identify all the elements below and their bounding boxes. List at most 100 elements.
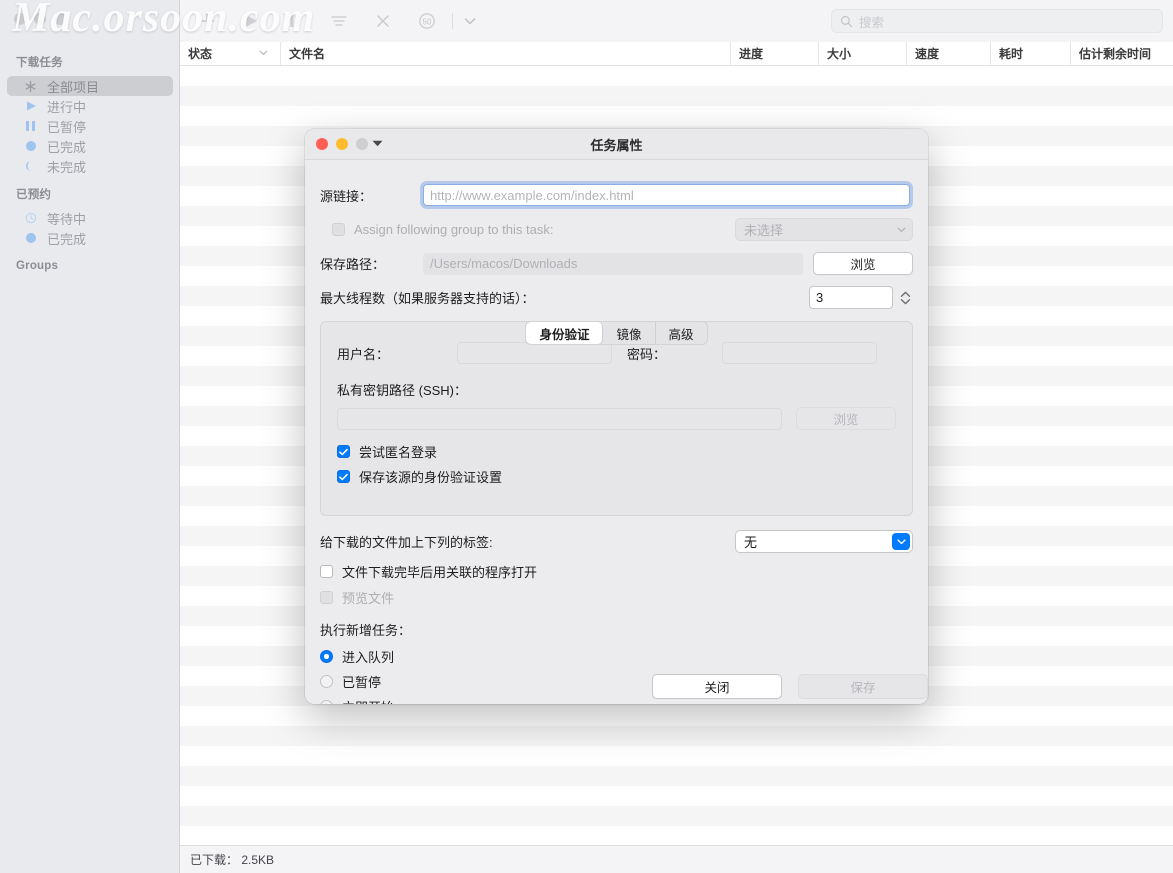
username-input[interactable] — [457, 342, 612, 364]
new-task-option-start-label: 立即开始 — [342, 697, 394, 704]
save-path-label: 保存路径： — [320, 257, 386, 272]
column-header-remaining[interactable]: 估计剩余时间 — [1070, 41, 1173, 66]
browse-label: 浏览 — [850, 258, 876, 272]
play-icon — [23, 99, 38, 114]
save-path-value: /Users/macos/Downloads — [430, 256, 578, 271]
tag-row: 给下载的文件加上下列的标签: 无 — [320, 530, 913, 553]
source-link-label: 源链接： — [320, 188, 373, 204]
new-task-option-queue-radio[interactable] — [320, 650, 333, 663]
sidebar-item-label: 全部项目 — [47, 79, 100, 95]
asterisk-icon — [23, 79, 38, 94]
task-properties-dialog: 任务属性 源链接： http://www.example.com/index.h… — [305, 129, 928, 704]
sidebar-section-title-downloads: 下载任务 — [16, 57, 63, 69]
column-label: 进度 — [739, 47, 764, 61]
column-header-progress[interactable]: 进度 — [730, 41, 818, 66]
column-header-filename[interactable]: 文件名 — [280, 41, 730, 66]
search-input[interactable]: 搜索 — [831, 9, 1163, 33]
anonymous-login-checkbox[interactable] — [337, 445, 350, 458]
minimize-button[interactable] — [34, 13, 46, 25]
sidebar-item-active[interactable]: 进行中 — [7, 96, 173, 116]
sidebar-item-label: 已完成 — [47, 139, 87, 155]
save-credentials-row[interactable]: 保存该源的身份验证设置 — [337, 467, 896, 486]
max-threads-label: 最大线程数（如果服务器支持的话）： — [320, 291, 535, 306]
new-task-option-paused-radio[interactable] — [320, 675, 333, 688]
chevron-down-icon — [892, 221, 910, 238]
sidebar: 下载任务 全部项目 进行中 已暂停 已完成 未完成 已预约 等待中 已完成 Gr… — [0, 0, 180, 873]
dialog-minimize-button[interactable] — [336, 138, 348, 150]
half-circle-icon — [23, 159, 38, 174]
tabs-region: 身份验证 镜像 高级 用户名： 密码： 私有密钥路径 (SSH)： 浏览 尝试匿… — [320, 321, 913, 516]
tab-advanced[interactable]: 高级 — [656, 322, 707, 344]
save-path-input[interactable]: /Users/macos/Downloads — [423, 252, 803, 275]
sidebar-item-completed[interactable]: 已完成 — [7, 136, 173, 156]
sidebar-item-paused[interactable]: 已暂停 — [7, 116, 173, 136]
main-window-traffic-lights[interactable] — [14, 13, 66, 25]
table-column-header: 状态 文件名 进度 大小 速度 耗时 估计剩余时间 — [180, 41, 1173, 66]
resume-icon[interactable] — [229, 7, 273, 35]
new-task-option-start-radio[interactable] — [320, 700, 333, 704]
new-task-action-label: 执行新增任务： — [320, 623, 412, 638]
app-window: 下载任务 全部项目 进行中 已暂停 已完成 未完成 已预约 等待中 已完成 Gr… — [0, 0, 1173, 873]
sidebar-item-waiting[interactable]: 等待中 — [7, 208, 173, 228]
max-threads-value[interactable]: 3 — [809, 286, 893, 309]
source-link-input[interactable]: http://www.example.com/index.html — [423, 184, 910, 206]
save-credentials-checkbox[interactable] — [337, 470, 350, 483]
close-button[interactable]: 关闭 — [652, 674, 782, 699]
stepper-arrows[interactable] — [897, 286, 913, 309]
assign-group-select: 未选择 — [735, 218, 913, 241]
tab-label: 镜像 — [616, 327, 642, 342]
toolbar: 50 搜索 — [180, 0, 1173, 42]
dialog-body: 源链接： http://www.example.com/index.html A… — [305, 184, 928, 704]
sidebar-item-label: 已完成 — [47, 231, 87, 247]
open-after-download-checkbox[interactable] — [320, 565, 333, 578]
search-icon — [840, 15, 853, 28]
column-label: 状态 — [188, 47, 213, 61]
sidebar-item-incomplete[interactable]: 未完成 — [7, 156, 173, 176]
dialog-close-button[interactable] — [316, 138, 328, 150]
save-credentials-label: 保存该源的身份验证设置 — [359, 470, 503, 485]
max-threads-stepper[interactable]: 3 — [809, 286, 913, 309]
source-link-row: 源链接： http://www.example.com/index.html — [320, 184, 913, 206]
ssh-key-input[interactable] — [337, 407, 782, 430]
chevron-down-icon[interactable] — [456, 7, 484, 35]
column-header-speed[interactable]: 速度 — [906, 41, 990, 66]
tag-select[interactable]: 无 — [735, 530, 913, 553]
column-header-size[interactable]: 大小 — [818, 41, 906, 66]
tab-mirror[interactable]: 镜像 — [603, 322, 656, 344]
tab-auth[interactable]: 身份验证 — [526, 322, 604, 344]
clock-icon — [23, 211, 38, 226]
remove-icon[interactable] — [361, 7, 405, 35]
column-header-status[interactable]: 状态 — [180, 42, 280, 66]
sidebar-section-title-groups: Groups — [16, 260, 59, 272]
zoom-button[interactable] — [54, 13, 66, 25]
add-task-icon[interactable] — [185, 7, 229, 35]
dialog-menu-chevron-icon[interactable] — [372, 139, 383, 149]
dialog-zoom-button[interactable] — [356, 138, 368, 150]
preview-file-label: 预览文件 — [342, 591, 395, 606]
assign-group-select-value: 未选择 — [744, 223, 784, 238]
list-icon[interactable] — [317, 7, 361, 35]
sidebar-item-label: 等待中 — [47, 211, 87, 227]
browse-label: 浏览 — [833, 413, 859, 427]
preview-file-row: 预览文件 — [320, 588, 913, 607]
column-header-elapsed[interactable]: 耗时 — [990, 41, 1070, 66]
sidebar-item-scheduled-completed[interactable]: 已完成 — [7, 228, 173, 248]
sidebar-item-label: 未完成 — [47, 159, 87, 175]
chevron-down-icon[interactable] — [892, 533, 910, 550]
password-input[interactable] — [722, 342, 877, 364]
new-task-option-queue-row[interactable]: 进入队列 — [320, 647, 913, 666]
dialog-titlebar[interactable]: 任务属性 — [305, 129, 928, 160]
open-after-download-label: 文件下载完毕后用关联的程序打开 — [342, 565, 538, 580]
sidebar-item-all[interactable]: 全部项目 — [7, 76, 173, 96]
dialog-traffic-lights[interactable] — [316, 138, 368, 150]
toolbar-divider — [452, 13, 453, 29]
new-task-option-paused-label: 已暂停 — [342, 675, 382, 690]
circle-filled-icon — [23, 139, 38, 154]
anonymous-login-row[interactable]: 尝试匿名登录 — [337, 442, 896, 461]
pause-icon[interactable] — [273, 7, 317, 35]
save-path-browse-button[interactable]: 浏览 — [813, 252, 913, 275]
speed-limit-icon[interactable]: 50 — [405, 7, 449, 35]
open-after-download-row[interactable]: 文件下载完毕后用关联的程序打开 — [320, 562, 913, 581]
assign-group-row: Assign following group to this task: 未选择 — [320, 218, 913, 241]
close-button[interactable] — [14, 13, 26, 25]
